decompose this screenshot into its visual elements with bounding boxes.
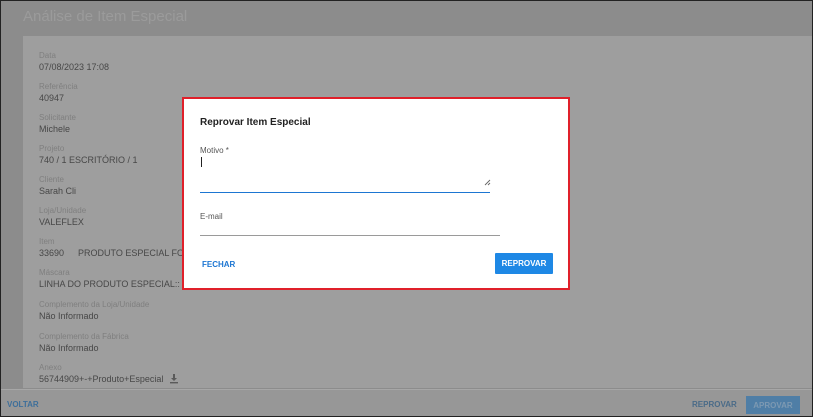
field-label: Item — [39, 237, 55, 246]
download-icon[interactable] — [169, 374, 179, 387]
resize-handle-icon[interactable] — [484, 173, 491, 191]
item-description: PRODUTO ESPECIAL FOCC — [78, 248, 198, 258]
field-label: Complemento da Fábrica — [39, 332, 129, 341]
field-value: LINHA DO PRODUTO ESPECIAL:: ESP — [39, 279, 201, 289]
field-label: Complemento da Loja/Unidade — [39, 300, 150, 309]
field-value: Sarah Cli — [39, 186, 77, 196]
field-label: Solicitante — [39, 113, 76, 122]
attachment-name[interactable]: 56744909+-+Produto+Especial — [39, 374, 163, 384]
footer-bar: VOLTAR REPROVAR APROVAR — [1, 389, 812, 416]
field-label: Anexo — [39, 363, 62, 372]
field-referencia: Referência 40947 — [39, 82, 78, 104]
field-value: 07/08/2023 17:08 — [39, 62, 110, 72]
field-anexo: Anexo 56744909+-+Produto+Especial — [39, 363, 179, 387]
reject-dialog: Reprovar Item Especial Motivo * E-mail F… — [184, 99, 568, 288]
field-cliente: Cliente Sarah Cli — [39, 175, 76, 197]
reject-button[interactable]: REPROVAR — [692, 400, 737, 409]
field-label: Data — [39, 51, 56, 60]
field-label: Cliente — [39, 175, 64, 184]
field-complemento-fabrica: Complemento da Fábrica Não Informado — [39, 332, 129, 354]
back-button[interactable]: VOLTAR — [7, 400, 39, 409]
field-value: 40947 — [39, 93, 65, 103]
field-item: Item 33690 PRODUTO ESPECIAL FOCC — [39, 237, 197, 259]
field-value: Michele — [39, 124, 71, 134]
field-value: 740 / 1 ESCRITÓRIO / 1 — [39, 155, 138, 165]
approve-button[interactable]: APROVAR — [746, 396, 800, 414]
field-value: 33690 PRODUTO ESPECIAL FOCC — [39, 247, 197, 259]
page-title: Análise de Item Especial — [23, 8, 188, 25]
field-value: 56744909+-+Produto+Especial — [39, 373, 179, 387]
motivo-label: Motivo * — [200, 146, 229, 155]
field-value: Não Informado — [39, 343, 99, 353]
field-label: Projeto — [39, 144, 65, 153]
motivo-textarea[interactable] — [200, 156, 491, 193]
close-dialog-button[interactable]: FECHAR — [202, 260, 235, 269]
field-data: Data 07/08/2023 17:08 — [39, 51, 109, 73]
field-projeto: Projeto 740 / 1 ESCRITÓRIO / 1 — [39, 144, 138, 166]
field-label: Loja/Unidade — [39, 206, 87, 215]
dialog-title: Reprovar Item Especial — [200, 117, 311, 128]
email-label: E-mail — [200, 212, 223, 221]
field-label: Máscara — [39, 268, 70, 277]
field-mascara: Máscara LINHA DO PRODUTO ESPECIAL:: ESP — [39, 268, 200, 290]
item-code: 33690 — [39, 248, 65, 258]
field-value: VALEFLEX — [39, 217, 84, 227]
text-caret — [201, 157, 202, 167]
email-field[interactable] — [200, 223, 500, 236]
field-label: Referência — [39, 82, 78, 91]
field-loja-unidade: Loja/Unidade VALEFLEX — [39, 206, 86, 228]
field-solicitante: Solicitante Michele — [39, 113, 76, 135]
field-value: Não Informado — [39, 311, 99, 321]
confirm-reject-button[interactable]: REPROVAR — [495, 253, 553, 274]
field-complemento-loja: Complemento da Loja/Unidade Não Informad… — [39, 300, 149, 322]
